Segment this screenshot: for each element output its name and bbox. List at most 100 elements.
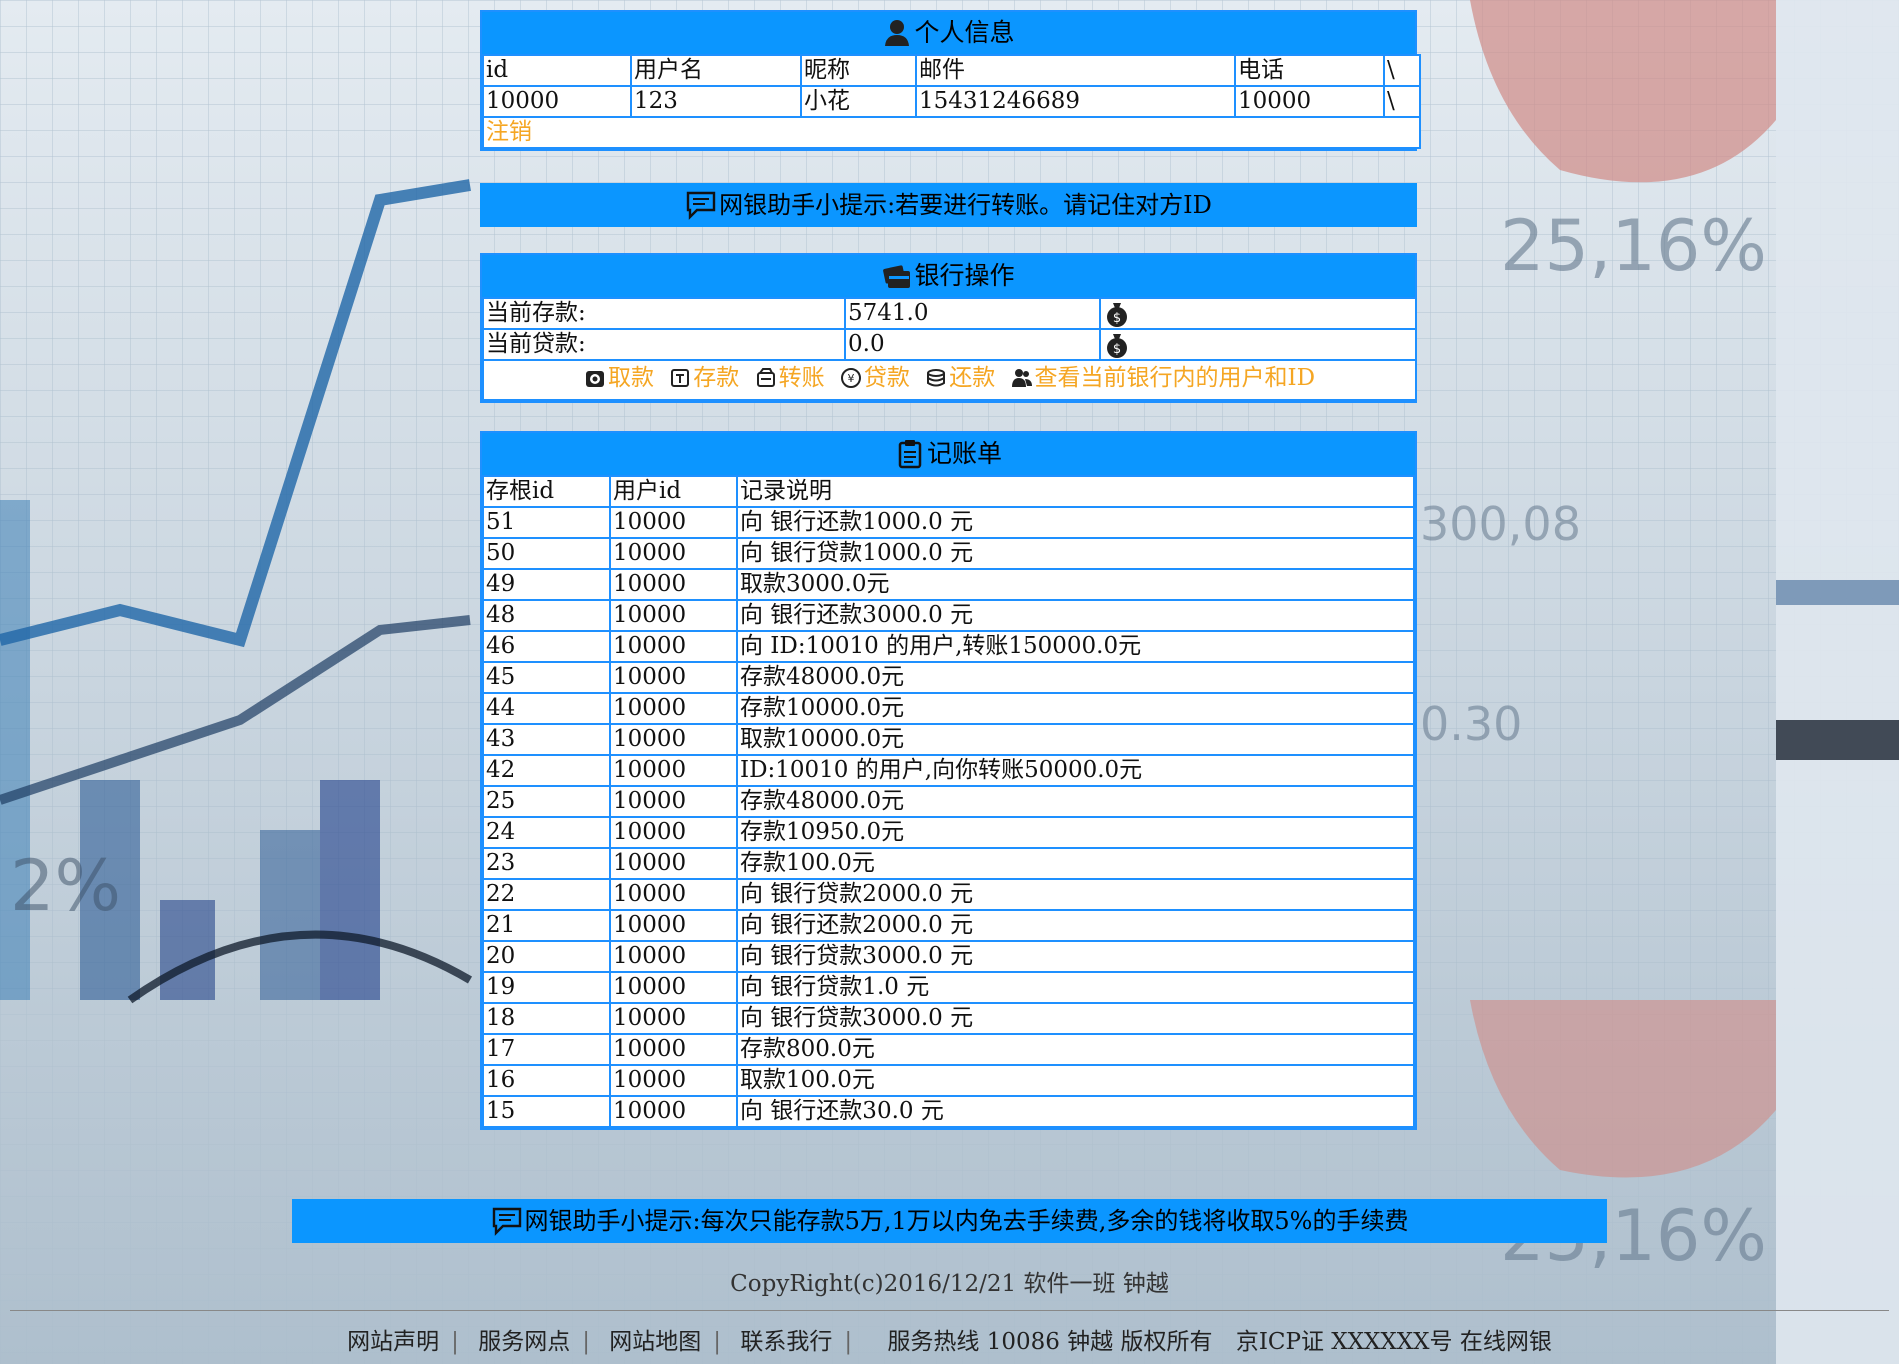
- table-row: 51 10000 向 银行还款1000.0 元: [482, 506, 1415, 539]
- profile-col-phone: 电话: [1234, 54, 1385, 87]
- table-row: 42 10000 ID:10010 的用户,向你转账50000.0元: [482, 754, 1415, 787]
- loan-value: 0.0: [844, 328, 1101, 361]
- coins-stack-icon: [927, 369, 946, 387]
- bank-title: 银行操作: [914, 261, 1015, 290]
- footer-icp: 京ICP证 XXXXXX号 在线网银: [1235, 1329, 1552, 1355]
- ledger-stub-id: 45: [482, 661, 611, 694]
- loan-link[interactable]: 贷款: [864, 362, 910, 395]
- ledger-user-id: 10000: [609, 1033, 738, 1066]
- deposit-icon: [671, 369, 690, 387]
- ledger-stub-id: 43: [482, 723, 611, 756]
- table-row: 45 10000 存款48000.0元: [482, 661, 1415, 694]
- ledger-header: 记账单: [482, 433, 1415, 475]
- tip-deposit-fee: 网银助手小提示:每次只能存款5万,1万以内免去手续费,多余的钱将收取5%的手续费: [292, 1199, 1607, 1243]
- profile-id-value: 10000: [482, 85, 632, 118]
- transfer-link[interactable]: 转账: [779, 362, 825, 395]
- ledger-stub-id: 25: [482, 785, 611, 818]
- loan-icon-cell: $: [1099, 328, 1417, 361]
- ledger-user-id: 10000: [609, 537, 738, 570]
- table-row: 48 10000 向 银行还款3000.0 元: [482, 599, 1415, 632]
- tip-transfer: 网银助手小提示:若要进行转账。请记住对方ID: [480, 183, 1417, 227]
- ledger-description: 存款800.0元: [736, 1033, 1415, 1066]
- ledger-description: 向 银行还款3000.0 元: [736, 599, 1415, 632]
- ledger-description: 存款10000.0元: [736, 692, 1415, 725]
- deposit-icon-cell: $: [1099, 297, 1417, 330]
- repay-link[interactable]: 还款: [949, 362, 995, 395]
- ledger-description: 存款100.0元: [736, 847, 1415, 880]
- ledger-stub-id: 22: [482, 878, 611, 911]
- ledger-stub-id: 17: [482, 1033, 611, 1066]
- ledger-description: 向 银行还款30.0 元: [736, 1095, 1415, 1128]
- ledger-stub-id: 49: [482, 568, 611, 601]
- money-bag-icon: $: [1107, 334, 1127, 358]
- profile-col-extra: \: [1383, 54, 1421, 87]
- ledger-user-id: 10000: [609, 878, 738, 911]
- ledger-stub-id: 21: [482, 909, 611, 942]
- ledger-description: 取款3000.0元: [736, 568, 1415, 601]
- ledger-stub-id: 46: [482, 630, 611, 663]
- table-row: 50 10000 向 银行贷款1000.0 元: [482, 537, 1415, 570]
- profile-header-row: id 用户名 昵称 邮件 电话 \: [482, 54, 1421, 87]
- profile-col-nickname: 昵称: [800, 54, 917, 87]
- footer-link-statement[interactable]: 网站声明: [347, 1329, 439, 1355]
- footer-link-branches[interactable]: 服务网点: [478, 1329, 570, 1355]
- deposit-value: 5741.0: [844, 297, 1101, 330]
- loan-label: 当前贷款:: [482, 328, 846, 361]
- ledger-header-row: 存根id 用户id 记录说明: [482, 475, 1415, 508]
- svg-text:25,16%: 25,16%: [1500, 205, 1767, 287]
- profile-col-email: 邮件: [915, 54, 1236, 87]
- ledger-title: 记账单: [926, 439, 1002, 468]
- profile-email-value: 15431246689: [915, 85, 1236, 118]
- table-row: 22 10000 向 银行贷款2000.0 元: [482, 878, 1415, 911]
- table-row: 43 10000 取款10000.0元: [482, 723, 1415, 756]
- chat-bubble-icon: [492, 1207, 521, 1236]
- svg-text:$: $: [1113, 342, 1121, 357]
- footer-separator: |: [451, 1329, 459, 1355]
- ledger-table: 存根id 用户id 记录说明 51 10000 向 银行还款1000.0 元 50 10…: [482, 475, 1415, 1128]
- profile-nickname-value: 小花: [800, 85, 917, 118]
- footer-separator: |: [844, 1329, 853, 1355]
- transfer-icon: [756, 368, 775, 387]
- table-row: 20 10000 向 银行贷款3000.0 元: [482, 940, 1415, 973]
- ledger-description: 向 银行还款2000.0 元: [736, 909, 1415, 942]
- ledger-description: 向 银行贷款1000.0 元: [736, 537, 1415, 570]
- footer-link-sitemap[interactable]: 网站地图: [609, 1329, 701, 1355]
- table-row: 17 10000 存款800.0元: [482, 1033, 1415, 1066]
- table-row: 19 10000 向 银行贷款1.0 元: [482, 971, 1415, 1004]
- ledger-user-id: 10000: [609, 568, 738, 601]
- ledger-description: ID:10010 的用户,向你转账50000.0元: [736, 754, 1415, 787]
- table-row: 25 10000 存款48000.0元: [482, 785, 1415, 818]
- view-users-link[interactable]: 查看当前银行内的用户和ID: [1035, 362, 1316, 395]
- footer-separator: |: [713, 1329, 722, 1355]
- deposit-link[interactable]: 存款: [693, 362, 739, 395]
- ledger-stub-id: 19: [482, 971, 611, 1004]
- logout-link[interactable]: 注销: [486, 119, 532, 145]
- deposit-label: 当前存款:: [482, 297, 846, 330]
- ledger-user-id: 10000: [609, 723, 738, 756]
- profile-title: 个人信息: [914, 18, 1015, 47]
- ledger-description: 向 银行贷款3000.0 元: [736, 1002, 1415, 1035]
- table-row: 23 10000 存款100.0元: [482, 847, 1415, 880]
- ledger-description: 向 银行还款1000.0 元: [736, 506, 1415, 539]
- ledger-col-stub-id: 存根id: [482, 475, 611, 508]
- operations-row: 取款 存款 转账 ¥ 贷款 还款 查看当前银行内的用户和ID: [482, 359, 1417, 401]
- profile-col-id: id: [482, 54, 632, 87]
- loan-row: 当前贷款: 0.0 $: [482, 328, 1417, 361]
- svg-text:300,08: 300,08: [1420, 497, 1581, 551]
- ledger-description: 向 银行贷款2000.0 元: [736, 878, 1415, 911]
- ledger-user-id: 10000: [609, 506, 738, 539]
- profile-header: 个人信息: [482, 12, 1415, 54]
- ledger-stub-id: 24: [482, 816, 611, 849]
- profile-extra-value: \: [1383, 85, 1421, 118]
- ledger-stub-id: 18: [482, 1002, 611, 1035]
- ledger-stub-id: 42: [482, 754, 611, 787]
- withdraw-link[interactable]: 取款: [608, 362, 654, 395]
- footer-separator: |: [582, 1329, 590, 1355]
- table-row: 44 10000 存款10000.0元: [482, 692, 1415, 725]
- copyright: CopyRight(c)2016/12/21 软件一班 钟越: [730, 1271, 1169, 1297]
- ledger-description: 存款48000.0元: [736, 785, 1415, 818]
- footer-divider: [10, 1310, 1889, 1311]
- footer-link-contact[interactable]: 联系我行: [740, 1329, 832, 1355]
- footer: 网站声明 | 服务网点 | 网站地图 | 联系我行 | 服务热线 10086 钟越 版权…: [0, 1322, 1899, 1356]
- table-row: 46 10000 向 ID:10010 的用户,转账150000.0元: [482, 630, 1415, 663]
